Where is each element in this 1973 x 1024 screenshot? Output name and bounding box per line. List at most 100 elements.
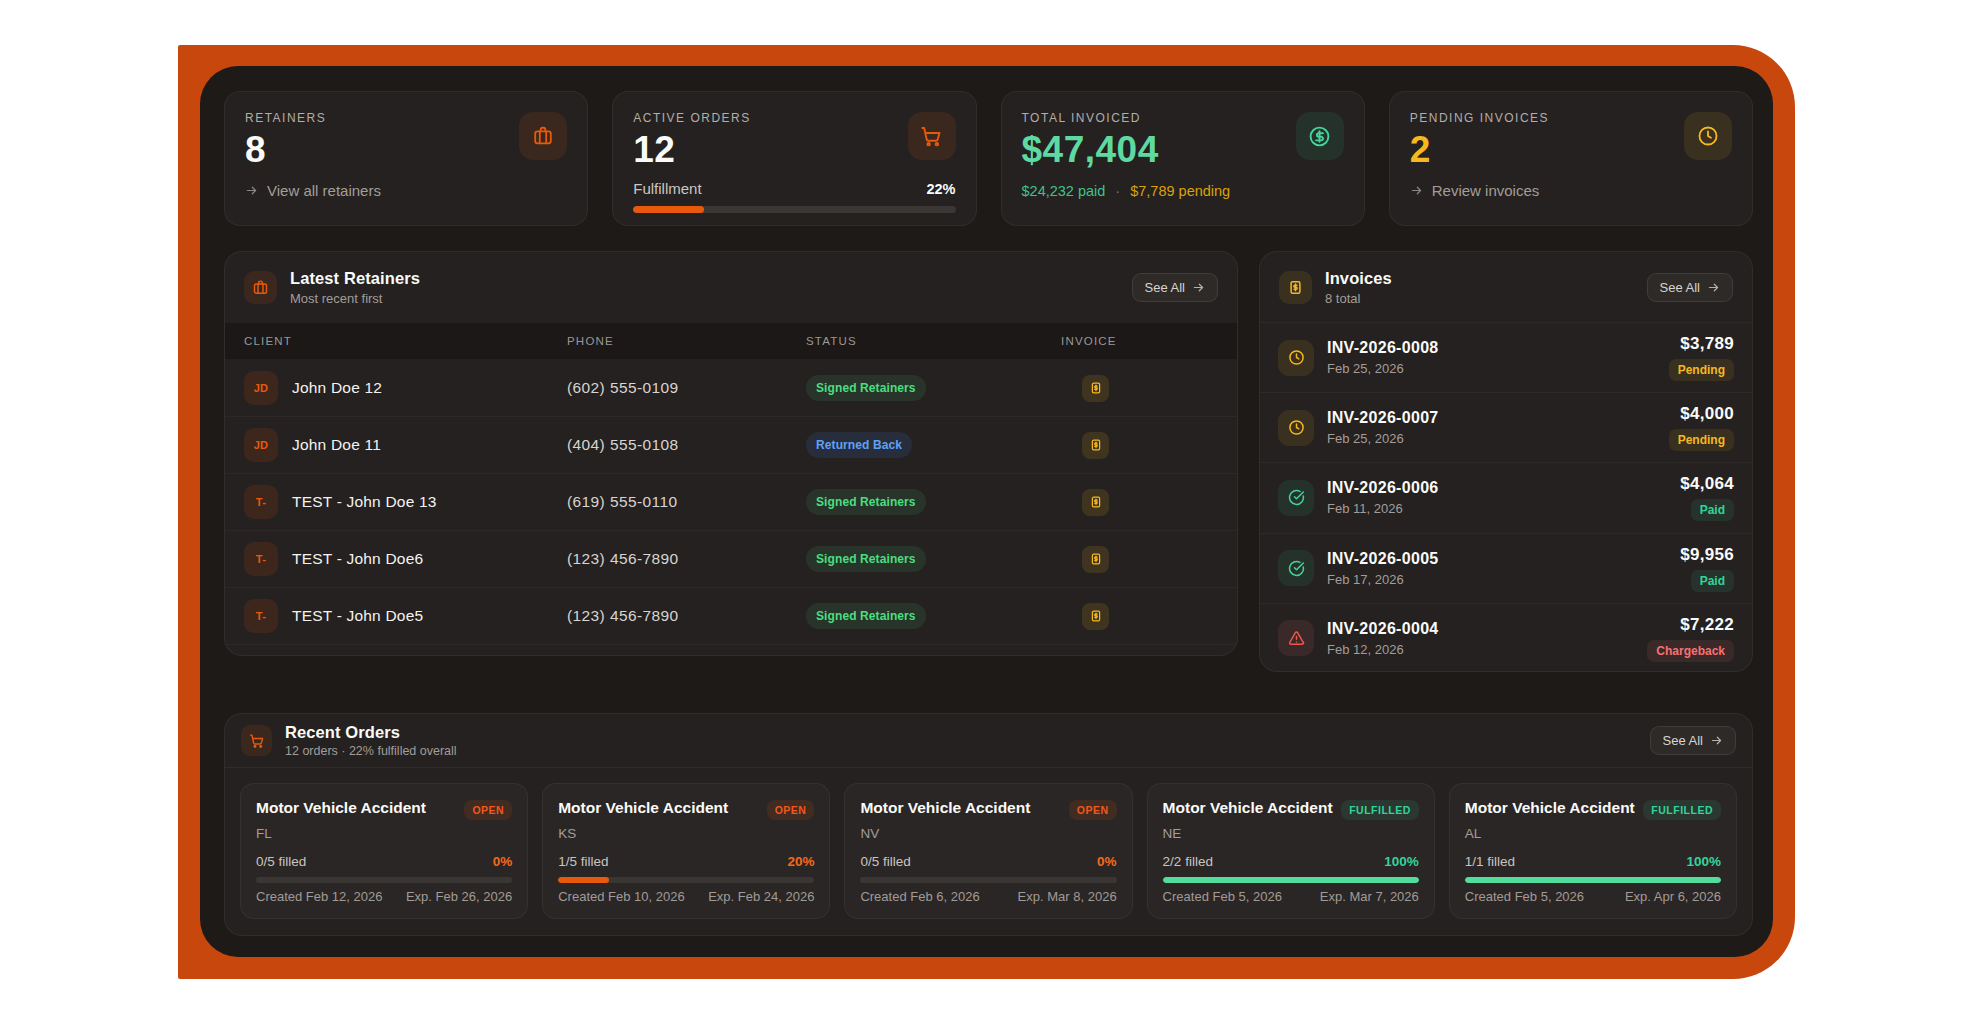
arrow-right-icon: [1192, 281, 1205, 294]
alert-triangle-icon: [1278, 620, 1314, 656]
order-state: FL: [256, 826, 512, 841]
invoice-receipt-icon[interactable]: [1082, 546, 1109, 573]
invoice-right: $4,064 Paid: [1680, 474, 1734, 521]
order-progress-fill: [558, 877, 609, 883]
stat-card-pending-invoices: PENDING INVOICES 2 Review invoices: [1389, 91, 1753, 226]
invoice-right: $4,000 Pending: [1669, 404, 1734, 451]
invoice-receipt-icon[interactable]: [1082, 603, 1109, 630]
invoice-right: $3,789 Pending: [1669, 334, 1734, 381]
order-card[interactable]: Motor Vehicle Accident OPEN KS 1/5 fille…: [542, 783, 830, 919]
order-percent: 100%: [1384, 854, 1419, 869]
stat-link-label: View all retainers: [267, 182, 381, 199]
order-card[interactable]: Motor Vehicle Accident OPEN NV 0/5 fille…: [844, 783, 1132, 919]
order-filled-label: 0/5 filled: [860, 854, 910, 869]
column-header-phone: PHONE: [567, 335, 806, 347]
order-created-date: Created Feb 5, 2026: [1465, 889, 1584, 904]
invoice-row[interactable]: INV-2026-0008 Feb 25, 2026 $3,789 Pendin…: [1260, 322, 1752, 392]
invoice-amount: $4,064: [1680, 474, 1734, 494]
panel-title: Latest Retainers: [290, 269, 420, 288]
invoice-amount: $9,956: [1680, 545, 1734, 565]
invoice-number: INV-2026-0008: [1327, 339, 1439, 357]
avatar: T-: [244, 599, 278, 633]
dot-separator: ·: [1115, 183, 1120, 199]
retainers-table-header: CLIENT PHONE STATUS INVOICE: [225, 322, 1237, 360]
invoice-main: INV-2026-0008 Feb 25, 2026: [1327, 339, 1439, 376]
retainers-see-all-button[interactable]: See All: [1132, 273, 1218, 302]
order-created-date: Created Feb 12, 2026: [256, 889, 382, 904]
invoice-status-badge: Paid: [1691, 570, 1734, 592]
order-card[interactable]: Motor Vehicle Accident OPEN FL 0/5 fille…: [240, 783, 528, 919]
avatar: JD: [244, 371, 278, 405]
invoice-number: INV-2026-0007: [1327, 409, 1439, 427]
check-circle-icon: [1278, 480, 1314, 516]
invoice-number: INV-2026-0005: [1327, 550, 1439, 568]
order-cards-row: Motor Vehicle Accident OPEN FL 0/5 fille…: [225, 768, 1752, 919]
invoice-main: INV-2026-0006 Feb 11, 2026: [1327, 479, 1439, 516]
order-progress-track: [256, 877, 512, 883]
orders-header: Recent Orders 12 orders · 22% fulfilled …: [225, 714, 1752, 768]
retainer-row[interactable]: T- TEST - John Doe6 (123) 456-7890 Signe…: [225, 531, 1237, 588]
view-all-retainers-link[interactable]: View all retainers: [245, 182, 567, 199]
invoice-status-badge: Pending: [1669, 429, 1734, 451]
order-card[interactable]: Motor Vehicle Accident FULFILLED NE 2/2 …: [1147, 783, 1435, 919]
fulfillment-bar-track: [633, 206, 955, 213]
client-cell: JD John Doe 12: [244, 371, 567, 405]
invoice-right: $9,956 Paid: [1680, 545, 1734, 592]
retainer-row[interactable]: T- TEST - John Doe5 (123) 456-7890 Signe…: [225, 588, 1237, 645]
invoice-receipt-icon[interactable]: [1082, 375, 1109, 402]
paid-amount: $24,232 paid: [1022, 183, 1106, 199]
panel-title: Invoices: [1325, 269, 1392, 288]
invoices-see-all-button[interactable]: See All: [1647, 273, 1733, 302]
fulfillment-label: Fulfillment: [633, 180, 701, 197]
invoice-row[interactable]: INV-2026-0004 Feb 12, 2026 $7,222 Charge…: [1260, 603, 1752, 672]
recent-orders-panel: Recent Orders 12 orders · 22% fulfilled …: [224, 713, 1753, 936]
order-status-badge: OPEN: [767, 800, 815, 820]
arrow-right-icon: [245, 184, 258, 197]
cart-icon: [241, 725, 272, 756]
client-cell: T- TEST - John Doe6: [244, 542, 567, 576]
status-badge: Signed Retainers: [806, 375, 926, 401]
order-state: KS: [558, 826, 814, 841]
client-phone: (123) 456-7890: [567, 607, 806, 625]
retainer-row[interactable]: T- TEST - John Doe 13 (619) 555-0110 Sig…: [225, 474, 1237, 531]
order-percent: 20%: [787, 854, 814, 869]
status-badge: Signed Retainers: [806, 603, 926, 629]
orders-see-all-button[interactable]: See All: [1650, 726, 1736, 755]
invoice-status-badge: Pending: [1669, 359, 1734, 381]
invoice-status-badge: Paid: [1691, 499, 1734, 521]
order-status-badge: FULFILLED: [1643, 800, 1721, 820]
retainer-row[interactable]: JD John Doe 12 (602) 555-0109 Signed Ret…: [225, 360, 1237, 417]
order-created-date: Created Feb 6, 2026: [860, 889, 979, 904]
client-cell: JD John Doe 11: [244, 428, 567, 462]
invoice-row[interactable]: INV-2026-0005 Feb 17, 2026 $9,956 Paid: [1260, 533, 1752, 603]
order-title: Motor Vehicle Accident: [1163, 799, 1333, 817]
invoices-titles: Invoices 8 total: [1325, 269, 1392, 306]
review-invoices-link[interactable]: Review invoices: [1410, 182, 1732, 199]
invoice-date: Feb 12, 2026: [1327, 642, 1439, 657]
invoice-main: INV-2026-0007 Feb 25, 2026: [1327, 409, 1439, 446]
order-title: Motor Vehicle Accident: [256, 799, 426, 817]
order-filled-label: 0/5 filled: [256, 854, 306, 869]
invoice-receipt-icon[interactable]: [1082, 432, 1109, 459]
column-header-client: CLIENT: [244, 335, 567, 347]
stats-row: RETAINERS 8 View all retainers ACTIVE OR…: [224, 91, 1753, 226]
avatar: T-: [244, 542, 278, 576]
invoice-date: Feb 25, 2026: [1327, 361, 1439, 376]
order-filled-label: 2/2 filled: [1163, 854, 1213, 869]
invoice-main: INV-2026-0004 Feb 12, 2026: [1327, 620, 1439, 657]
order-card[interactable]: Motor Vehicle Accident FULFILLED AL 1/1 …: [1449, 783, 1737, 919]
invoice-amount: $3,789: [1680, 334, 1734, 354]
invoice-right: $7,222 Chargeback: [1647, 615, 1734, 662]
order-exp-date: Exp. Feb 24, 2026: [708, 889, 814, 904]
invoice-status-badge: Chargeback: [1647, 640, 1734, 662]
check-circle-icon: [1278, 550, 1314, 586]
invoice-row[interactable]: INV-2026-0007 Feb 25, 2026 $4,000 Pendin…: [1260, 392, 1752, 462]
retainer-row[interactable]: JD John Doe 11 (404) 555-0108 Returned B…: [225, 417, 1237, 474]
arrow-right-icon: [1707, 281, 1720, 294]
order-exp-date: Exp. Feb 26, 2026: [406, 889, 512, 904]
client-cell: T- TEST - John Doe5: [244, 599, 567, 633]
invoice-receipt-icon[interactable]: [1082, 489, 1109, 516]
latest-retainers-panel: Latest Retainers Most recent first See A…: [224, 251, 1238, 656]
order-progress-fill: [1163, 877, 1419, 883]
invoice-row[interactable]: INV-2026-0006 Feb 11, 2026 $4,064 Paid: [1260, 462, 1752, 532]
